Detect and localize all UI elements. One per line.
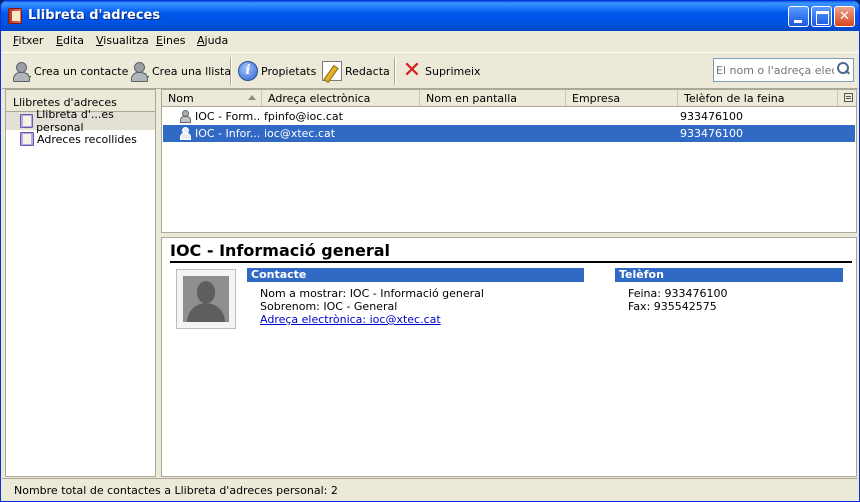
contact-email: fpinfo@ioc.cat (264, 110, 343, 123)
menu-tools[interactable]: Eines (156, 34, 185, 47)
contact-email: ioc@xtec.cat (264, 127, 336, 140)
contact-work-phone: 933476100 (680, 110, 743, 123)
contact-detail-pane: IOC - Informació general Contacte Nom a … (161, 237, 857, 477)
write-label: Redacta (345, 64, 390, 78)
address-book-collected[interactable]: Adreces recollides (6, 130, 155, 148)
sort-ascending-icon (248, 95, 256, 100)
delete-label: Suprimeix (425, 64, 481, 78)
menu-file[interactable]: Fitxer (13, 34, 43, 47)
search-box (713, 58, 854, 82)
toolbar-separator (230, 57, 232, 85)
column-name[interactable]: Nom (162, 90, 262, 106)
contact-title: IOC - Informació general (170, 241, 852, 263)
work-phone-line: Feina: 933476100 (628, 287, 728, 300)
address-book-window: Llibreta d'adreces ✕ Fitxer Edita Visual… (0, 0, 860, 502)
contact-icon (179, 127, 191, 140)
phone-section-header: Telèfon (615, 268, 843, 282)
close-icon: ✕ (839, 9, 850, 24)
table-row[interactable]: IOC - Infor... ioc@xtec.cat 933476100 (163, 125, 855, 142)
menu-edit[interactable]: Edita (56, 34, 84, 47)
close-button[interactable]: ✕ (834, 6, 855, 27)
contact-section-header: Contacte (247, 268, 584, 282)
column-email[interactable]: Adreça electrònica (262, 90, 420, 106)
search-input[interactable] (716, 62, 834, 78)
address-book-personal[interactable]: Llibreta d'...es personal (6, 108, 155, 134)
address-book-icon (20, 132, 34, 146)
maximize-button[interactable] (811, 6, 832, 27)
contact-name: IOC - Infor... (195, 127, 259, 140)
status-text: Nombre total de contactes a Llibreta d'a… (14, 484, 338, 497)
address-book-icon (20, 114, 34, 128)
column-screen-name[interactable]: Nom en pantalla (420, 90, 566, 106)
address-book-label: Adreces recollides (37, 132, 137, 146)
person-silhouette-icon (183, 276, 229, 322)
menu-view[interactable]: Visualitza (96, 34, 149, 47)
fax-line: Fax: 935542575 (628, 300, 717, 313)
new-contact-label: Crea un contacte (34, 64, 129, 78)
table-row[interactable]: IOC - Form... fpinfo@ioc.cat 933476100 (163, 108, 855, 125)
compose-icon (322, 61, 342, 81)
nickname-line: Sobrenom: IOC - General (260, 300, 398, 313)
search-icon[interactable] (836, 62, 850, 76)
display-name-line: Nom a mostrar: IOC - Informació general (260, 287, 484, 300)
info-icon: i (238, 61, 258, 81)
new-list-label: Crea una llista (152, 64, 232, 78)
new-contact-icon: + (11, 61, 32, 82)
properties-label: Propietats (261, 64, 317, 78)
status-bar: Nombre total de contactes a Llibreta d'a… (2, 478, 858, 501)
column-company[interactable]: Empresa (566, 90, 678, 106)
toolbar-separator (394, 57, 396, 85)
address-book-label: Llibreta d'...es personal (36, 108, 114, 134)
properties-button[interactable]: i Propietats (238, 59, 316, 83)
menu-help[interactable]: Ajuda (197, 34, 228, 47)
address-book-icon (8, 8, 22, 24)
delete-button[interactable]: ✕ Suprimeix (402, 59, 481, 83)
contact-work-phone: 933476100 (680, 127, 743, 140)
new-contact-button[interactable]: + Crea un contacte (11, 59, 128, 83)
window-title: Llibreta d'adreces (28, 8, 161, 23)
address-books-pane: Llibretes d'adreces Llibreta d'...es per… (5, 89, 156, 477)
delete-icon: ✕ (402, 58, 422, 83)
new-list-icon: + (129, 61, 150, 82)
toolbar: + Crea un contacte + Crea una llista i P… (2, 52, 858, 89)
contact-photo (176, 269, 236, 329)
minimize-button[interactable] (788, 6, 809, 27)
write-button[interactable]: Redacta (322, 59, 390, 83)
email-link[interactable]: Adreça electrònica: ioc@xtec.cat (260, 313, 441, 326)
contact-name: IOC - Form... (195, 110, 259, 123)
column-work-phone[interactable]: Telèfon de la feina (678, 90, 838, 106)
contacts-list: Nom Adreça electrònica Nom en pantalla E… (161, 89, 857, 233)
new-list-button[interactable]: + Crea una llista (129, 59, 231, 83)
column-picker-icon[interactable] (844, 93, 853, 102)
list-header: Nom Adreça electrònica Nom en pantalla E… (162, 90, 856, 107)
title-bar[interactable]: Llibreta d'adreces ✕ (1, 1, 859, 31)
menu-bar: Fitxer Edita Visualitza Eines Ajuda (2, 31, 858, 51)
contact-icon (179, 110, 191, 123)
